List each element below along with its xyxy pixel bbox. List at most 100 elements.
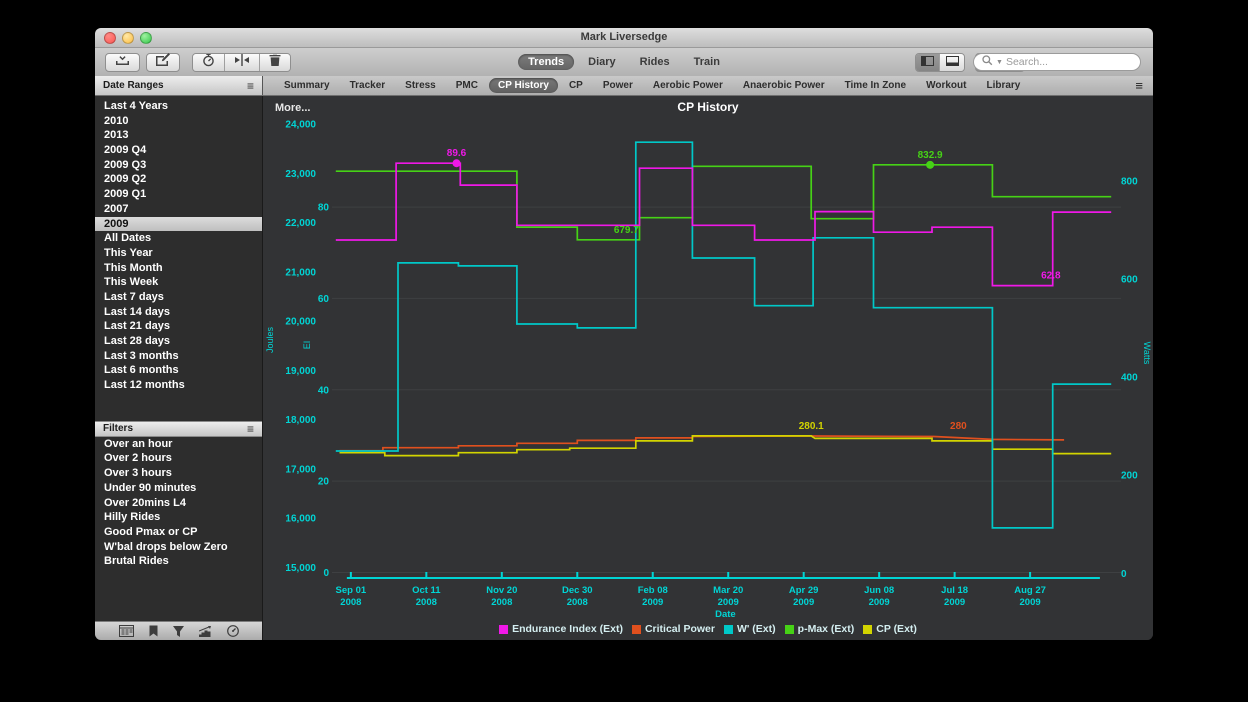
series-critical-power (340, 436, 1065, 451)
x-tick-label: Feb 08 (638, 585, 668, 596)
stopwatch-button[interactable] (193, 54, 225, 71)
tab-anaerobic-power[interactable]: Anaerobic Power (734, 78, 834, 93)
filter-item-w-bal-drops-below-zero[interactable]: W'bal drops below Zero (95, 540, 262, 555)
filter-funnel-icon[interactable] (173, 626, 184, 637)
legend-swatch (785, 625, 794, 634)
daterange-item-2010[interactable]: 2010 (95, 114, 262, 129)
filter-item-under-90-minutes[interactable]: Under 90 minutes (95, 481, 262, 496)
x-tick-label-year: 2008 (491, 597, 512, 608)
x-tick-label: Jul 18 (941, 585, 968, 596)
tab-power[interactable]: Power (594, 78, 642, 93)
daterange-item-last-3-months[interactable]: Last 3 months (95, 349, 262, 364)
close-window-button[interactable] (104, 32, 116, 44)
marker-endurance-index-ext (453, 159, 461, 167)
window-title: Mark Liversedge (95, 28, 1153, 47)
calendar-icon[interactable] (119, 625, 134, 637)
daterange-item-last-12-months[interactable]: Last 12 months (95, 378, 262, 393)
joules-tick-label: 16,000 (285, 514, 316, 525)
daterange-item-last-14-days[interactable]: Last 14 days (95, 305, 262, 320)
legend-swatch (724, 625, 733, 634)
bookmark-icon[interactable] (149, 625, 158, 637)
daterange-item-this-year[interactable]: This Year (95, 246, 262, 261)
view-segment-trends[interactable]: Trends (518, 54, 574, 70)
stopwatch-icon (202, 53, 215, 72)
daterange-item-all-dates[interactable]: All Dates (95, 231, 262, 246)
daterange-item-this-month[interactable]: This Month (95, 261, 262, 276)
compose-icon (156, 53, 170, 71)
zoom-window-button[interactable] (140, 32, 152, 44)
daterange-item-last-28-days[interactable]: Last 28 days (95, 334, 262, 349)
ei-tick-label: 60 (318, 294, 330, 305)
date-ranges-header-label: Date Ranges (103, 80, 164, 91)
filter-item-good-pmax-or-cp[interactable]: Good Pmax or CP (95, 525, 262, 540)
filter-item-over-an-hour[interactable]: Over an hour (95, 437, 262, 452)
tab-time-in-zone[interactable]: Time In Zone (836, 78, 916, 93)
tab-row: Date Ranges ≡ SummaryTrackerStressPMCCP … (95, 76, 1153, 96)
edit-activity-button[interactable] (146, 53, 180, 72)
x-tick-label: Oct 11 (412, 585, 441, 596)
download-button[interactable] (105, 53, 140, 72)
watts-tick-label: 200 (1121, 471, 1138, 482)
joules-tick-label: 21,000 (285, 267, 316, 278)
tab-summary[interactable]: Summary (275, 78, 339, 93)
daterange-item-last-6-months[interactable]: Last 6 months (95, 363, 262, 378)
date-ranges-menu-icon[interactable]: ≡ (247, 81, 254, 91)
joules-tick-label: 24,000 (285, 120, 316, 131)
main-toolbar: TrendsDiaryRidesTrain (95, 48, 1153, 76)
legend-item-w-ext: W' (Ext) (724, 623, 776, 635)
lowbar-toggle-button[interactable] (940, 54, 964, 71)
tab-pmc[interactable]: PMC (447, 78, 487, 93)
x-tick-label: Aug 27 (1014, 585, 1046, 596)
daterange-item-last-7-days[interactable]: Last 7 days (95, 290, 262, 305)
daterange-item-2009-q1[interactable]: 2009 Q1 (95, 187, 262, 202)
daterange-item-2007[interactable]: 2007 (95, 202, 262, 217)
minimize-window-button[interactable] (122, 32, 134, 44)
view-segment-rides[interactable]: Rides (630, 54, 680, 70)
split-view-button[interactable] (225, 54, 260, 71)
tab-workout[interactable]: Workout (917, 78, 975, 93)
chart-bars-icon[interactable] (199, 626, 212, 637)
sidebar-toggle-button[interactable] (916, 54, 940, 71)
daterange-item-last-4-years[interactable]: Last 4 Years (95, 99, 262, 114)
search-field[interactable]: ▼ Search... (973, 53, 1141, 71)
daterange-item-2009-q3[interactable]: 2009 Q3 (95, 158, 262, 173)
daterange-item-2009-q2[interactable]: 2009 Q2 (95, 172, 262, 187)
filters-menu-icon[interactable]: ≡ (247, 424, 254, 434)
view-segment-diary[interactable]: Diary (578, 54, 626, 70)
value-label-89-6: 89.6 (447, 148, 467, 159)
daterange-item-2013[interactable]: 2013 (95, 128, 262, 143)
download-icon (115, 53, 130, 71)
joules-tick-label: 17,000 (285, 464, 316, 475)
date-ranges-header: Date Ranges ≡ (95, 76, 263, 95)
tab-aerobic-power[interactable]: Aerobic Power (644, 78, 732, 93)
daterange-item-this-week[interactable]: This Week (95, 275, 262, 290)
tab-tracker[interactable]: Tracker (341, 78, 395, 93)
activity-tool-group (192, 53, 291, 72)
legend-swatch (632, 625, 641, 634)
x-tick-label: Dec 30 (562, 585, 593, 596)
filter-item-over-2-hours[interactable]: Over 2 hours (95, 451, 262, 466)
legend-label: Endurance Index (Ext) (512, 623, 623, 635)
ei-tick-label: 0 (323, 568, 329, 579)
filter-item-brutal-rides[interactable]: Brutal Rides (95, 554, 262, 569)
joules-tick-label: 20,000 (285, 317, 316, 328)
filter-item-over-20mins-l4[interactable]: Over 20mins L4 (95, 496, 262, 511)
tab-cp-history[interactable]: CP History (489, 78, 558, 93)
filter-item-over-3-hours[interactable]: Over 3 hours (95, 466, 262, 481)
legend-item-critical-power: Critical Power (632, 623, 715, 635)
tab-cp[interactable]: CP (560, 78, 592, 93)
daterange-item-2009-q4[interactable]: 2009 Q4 (95, 143, 262, 158)
daterange-item-last-21-days[interactable]: Last 21 days (95, 319, 262, 334)
gauge-icon[interactable] (227, 625, 239, 637)
tab-stress[interactable]: Stress (396, 78, 445, 93)
tab-library[interactable]: Library (977, 78, 1029, 93)
delete-button[interactable] (260, 54, 290, 71)
filter-item-hilly-rides[interactable]: Hilly Rides (95, 510, 262, 525)
search-scope-caret-icon[interactable]: ▼ (996, 59, 1003, 66)
daterange-item-2009[interactable]: 2009 (95, 217, 262, 232)
watts-tick-label: 600 (1121, 275, 1138, 286)
lowbar-toggle-icon (946, 53, 959, 71)
tabbar-menu-icon[interactable]: ≡ (1125, 78, 1153, 93)
view-segment-train[interactable]: Train (684, 54, 730, 70)
sidebar: Last 4 Years201020132009 Q42009 Q32009 Q… (95, 96, 263, 640)
